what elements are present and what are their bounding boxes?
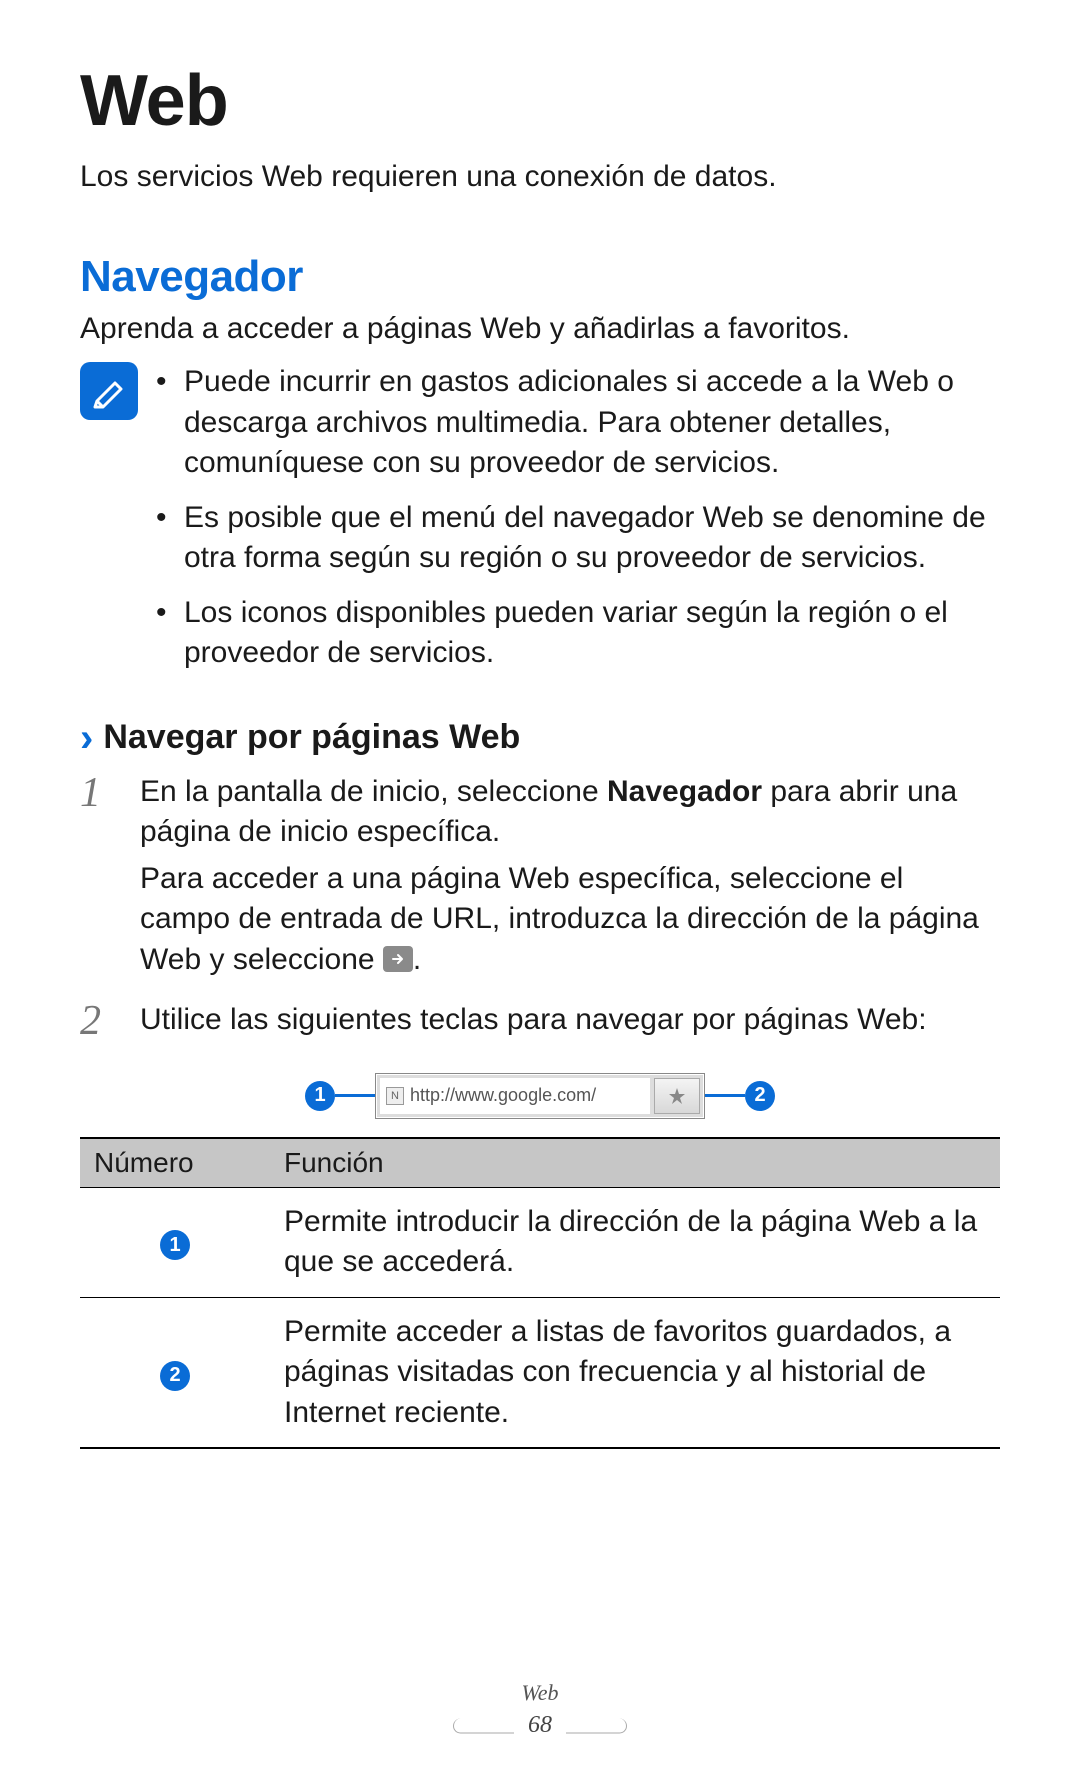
- step-1-line-b: Para acceder a una página Web específica…: [140, 859, 1000, 981]
- table-header-function: Función: [270, 1138, 1000, 1188]
- chevron-right-icon: ›: [80, 718, 93, 758]
- callout-line: [705, 1094, 745, 1097]
- bookmark-button-mockup: [654, 1078, 700, 1114]
- callout-2: 2: [745, 1081, 775, 1111]
- favicon-icon: N: [386, 1087, 404, 1105]
- go-arrow-icon: [383, 946, 413, 972]
- table-row: 2 Permite acceder a listas de favoritos …: [80, 1297, 1000, 1448]
- note-item: Es posible que el menú del navegador Web…: [156, 498, 1000, 579]
- subsection-heading: Navegar por páginas Web: [103, 718, 520, 757]
- step-number: 2: [80, 1000, 120, 1047]
- step-2: 2 Utilice las siguientes teclas para nav…: [80, 1000, 1000, 1047]
- section-subtext: Aprenda a acceder a páginas Web y añadir…: [80, 312, 1000, 346]
- table-header-number: Número: [80, 1138, 270, 1188]
- row-description: Permite acceder a listas de favoritos gu…: [270, 1297, 1000, 1448]
- row-callout-icon: 2: [160, 1361, 190, 1391]
- step-2-text: Utilice las siguientes teclas para naveg…: [140, 1000, 1000, 1041]
- url-bar-diagram: 1 N http://www.google.com/ 2: [80, 1073, 1000, 1119]
- page-footer: Web 68: [0, 1680, 1080, 1741]
- callout-line: [335, 1094, 375, 1097]
- section-heading: Navegador: [80, 252, 1000, 302]
- url-input-mockup: N http://www.google.com/: [380, 1078, 650, 1114]
- note-list: Puede incurrir en gastos adicionales si …: [156, 362, 1000, 688]
- note-item: Puede incurrir en gastos adicionales si …: [156, 362, 1000, 484]
- row-description: Permite introducir la dirección de la pá…: [270, 1187, 1000, 1297]
- note-icon: [80, 362, 138, 420]
- footer-page-number: 68: [514, 1710, 566, 1741]
- step-number: 1: [80, 772, 120, 987]
- subsection-heading-row: › Navegar por páginas Web: [80, 718, 1000, 758]
- step-1-line-a: En la pantalla de inicio, seleccione Nav…: [140, 772, 1000, 853]
- table-row: 1 Permite introducir la dirección de la …: [80, 1187, 1000, 1297]
- page-title: Web: [80, 60, 1000, 142]
- url-bar-mockup: N http://www.google.com/: [375, 1073, 705, 1119]
- row-callout-icon: 1: [160, 1230, 190, 1260]
- intro-text: Los servicios Web requieren una conexión…: [80, 160, 1000, 194]
- step-1: 1 En la pantalla de inicio, seleccione N…: [80, 772, 1000, 987]
- function-table: Número Función 1 Permite introducir la d…: [80, 1137, 1000, 1450]
- callout-1: 1: [305, 1081, 335, 1111]
- note-item: Los iconos disponibles pueden variar seg…: [156, 593, 1000, 674]
- url-text: http://www.google.com/: [410, 1085, 596, 1106]
- note-block: Puede incurrir en gastos adicionales si …: [80, 362, 1000, 688]
- footer-section-name: Web: [0, 1680, 1080, 1706]
